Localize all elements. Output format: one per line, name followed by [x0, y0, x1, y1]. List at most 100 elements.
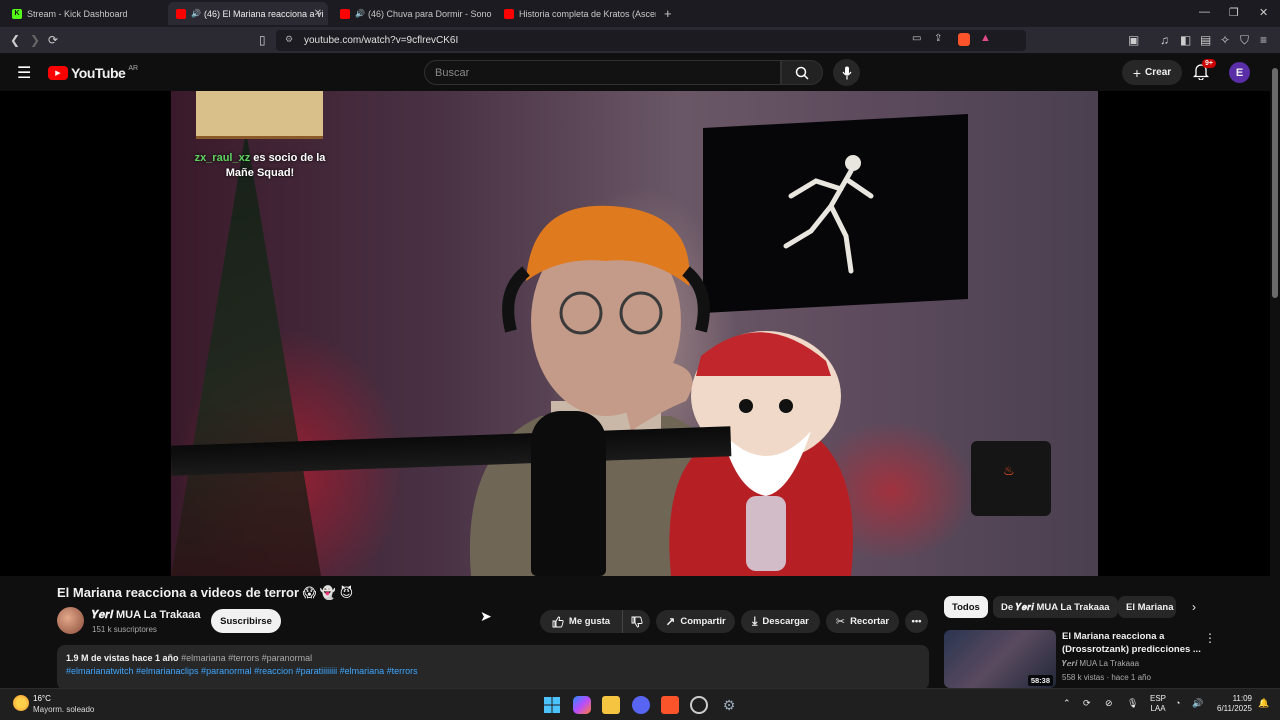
microphone-icon	[842, 66, 851, 79]
tab-chuva[interactable]: 🔊 (46) Chuva para Dormir - Sono G	[332, 2, 492, 25]
sync-icon[interactable]: ⟳	[1083, 698, 1091, 709]
share-page-icon[interactable]: ⇪	[934, 33, 942, 44]
video-title: El Mariana reacciona a videos de terror …	[57, 585, 354, 600]
christmas-tree	[171, 131, 321, 576]
cast-icon[interactable]: ▭	[912, 33, 921, 44]
subscriber-alert: zx_raul_xz es socio de la Mañe Squad!	[180, 151, 340, 181]
scrollbar-thumb[interactable]	[1272, 68, 1278, 298]
notification-badge: 9+	[1202, 59, 1216, 68]
space-heater: ♨	[971, 441, 1051, 516]
wallet-icon[interactable]: ▤	[1200, 33, 1211, 47]
account-avatar[interactable]: E	[1229, 62, 1250, 83]
brave-browser-icon[interactable]	[661, 696, 679, 714]
hamburger-menu-icon[interactable]: ☰	[17, 63, 31, 83]
youtube-play-icon: ▶	[48, 66, 68, 80]
like-label: Me gusta	[568, 616, 611, 627]
sidebar-toggle-icon[interactable]: ▣	[1128, 33, 1139, 47]
windows-taskbar: 16°C Mayorm. soleado ⚙ ⌃ ⟳ ⊘ 🎙 ESP LAA ◔…	[0, 688, 1280, 720]
tab-kick-dashboard[interactable]: K Stream - Kick Dashboard	[4, 2, 164, 25]
browser-tab-strip: K Stream - Kick Dashboard 🔊 (46) El Mari…	[0, 0, 1280, 27]
create-button[interactable]: + Crear	[1122, 60, 1182, 85]
dislike-button[interactable]	[622, 610, 650, 633]
back-icon[interactable]: ❮	[10, 33, 20, 47]
windows-logo-icon	[544, 697, 560, 713]
tab-el-mariana[interactable]: 🔊 (46) El Mariana reacciona a vi ✕	[168, 2, 328, 25]
hashtags[interactable]: #elmarianatwitch #elmarianaclips #parano…	[66, 665, 920, 678]
brave-rewards-icon[interactable]: ▲	[980, 32, 991, 44]
address-bar[interactable]: ⚙ youtube.com/watch?v=9cflrevCK6I ▭ ⇪ ▲	[276, 30, 1026, 51]
subscribe-button[interactable]: Suscribirse	[211, 609, 281, 633]
media-icon[interactable]: ♫	[1160, 33, 1169, 47]
share-button[interactable]: ↗ Compartir	[656, 610, 735, 633]
notifications-button[interactable]: 9+	[1192, 59, 1216, 85]
youtube-favicon-icon	[176, 8, 186, 19]
tab-kratos[interactable]: Historia completa de Kratos (Ascensi	[496, 2, 656, 25]
network-off-icon[interactable]: ⊘	[1105, 698, 1113, 709]
reload-icon[interactable]: ⟳	[48, 33, 58, 47]
weather-description[interactable]: Mayorm. soleado	[33, 705, 94, 714]
like-button[interactable]: Me gusta	[540, 610, 622, 633]
channel-name[interactable]: 𝒀𝒆𝒓𝒊 MUA La Trakaaa	[92, 609, 201, 622]
copilot-icon[interactable]	[573, 696, 591, 714]
wifi-icon[interactable]: ◔	[1175, 698, 1180, 708]
clock-date: 6/11/2025	[1217, 704, 1252, 713]
maximize-icon[interactable]: ❐	[1229, 6, 1239, 19]
more-vertical-icon[interactable]: ⋮	[1204, 631, 1216, 645]
sun-icon[interactable]	[13, 695, 29, 711]
youtube-logo[interactable]: ▶ YouTube AR	[48, 65, 138, 81]
recommended-title[interactable]: El Mariana reacciona a (Drossrotzank) pr…	[1062, 630, 1202, 656]
voice-search-button[interactable]	[833, 59, 860, 86]
search-button[interactable]	[781, 60, 823, 85]
minimize-icon[interactable]: —	[1199, 6, 1210, 18]
start-button[interactable]	[543, 696, 561, 714]
clip-button[interactable]: ✂ Recortar	[826, 610, 899, 633]
video-player[interactable]: ♨ zx_raul_xz es socio de la Mañe Squad!	[0, 91, 1270, 576]
chip-channel[interactable]: De 𝒀𝒆𝒓𝒊 MUA La Trakaaa	[993, 596, 1118, 618]
youtube-favicon-icon	[340, 8, 350, 19]
chip-todos[interactable]: Todos	[944, 596, 988, 618]
hashtags-top[interactable]: #elmariana #terrors #paranormal	[181, 653, 312, 663]
file-explorer-icon[interactable]	[602, 696, 620, 714]
recommended-channel[interactable]: 𝒀𝒆𝒓𝒊 MUA La Trakaaa	[1062, 659, 1139, 669]
weather-temperature[interactable]: 16°C	[33, 694, 51, 703]
tab-title: (46) El Mariana reacciona a vi	[203, 8, 324, 19]
bookmark-icon[interactable]: ▯	[259, 33, 266, 47]
tray-mic-icon[interactable]: 🎙	[1127, 698, 1138, 709]
discord-icon[interactable]	[632, 696, 650, 714]
chevron-right-icon[interactable]: ›	[1192, 600, 1196, 614]
menu-icon[interactable]: ≡	[1260, 33, 1267, 47]
leo-ai-icon[interactable]: ✧	[1220, 33, 1230, 47]
clock[interactable]: 11:09 6/11/2025	[1212, 694, 1252, 714]
site-info-icon[interactable]: ⚙	[285, 34, 293, 45]
page-scrollbar[interactable]	[1270, 54, 1280, 688]
chip-el-mariana[interactable]: El Mariana	[1118, 596, 1176, 618]
channel-avatar[interactable]	[57, 607, 84, 634]
recommended-thumbnail[interactable]: 58:38	[944, 630, 1056, 688]
plus-icon: +	[1132, 64, 1142, 81]
alert-image	[196, 91, 323, 139]
obs-icon[interactable]	[690, 696, 708, 714]
description-box[interactable]: 1.9 M de vistas hace 1 año #elmariana #t…	[57, 645, 929, 690]
search-placeholder: Buscar	[435, 66, 470, 79]
more-actions-button[interactable]: •••	[905, 610, 928, 633]
forward-icon[interactable]: ❯	[30, 33, 40, 47]
language-code: ESP	[1150, 694, 1167, 703]
settings-gear-icon[interactable]: ⚙	[720, 696, 738, 714]
close-tab-icon[interactable]: ✕	[314, 8, 322, 19]
reader-icon[interactable]: ◧	[1180, 33, 1191, 47]
skeleton-figure	[783, 155, 874, 274]
logo-text: YouTube	[71, 65, 126, 81]
notification-bell-icon[interactable]: 🔔	[1258, 698, 1269, 709]
volume-icon[interactable]: 🔊	[1192, 698, 1203, 709]
tray-chevron-up-icon[interactable]: ⌃	[1063, 698, 1071, 709]
language-indicator[interactable]: ESP LAA	[1150, 694, 1166, 714]
close-window-icon[interactable]: ✕	[1259, 6, 1268, 19]
vpn-icon[interactable]: ⛉	[1240, 33, 1249, 48]
new-tab-button[interactable]: +	[660, 2, 680, 25]
search-input[interactable]: Buscar	[424, 60, 781, 85]
download-button[interactable]: ⤓ Descargar	[741, 610, 820, 633]
search-icon	[795, 66, 809, 80]
brave-shield-icon[interactable]	[958, 33, 970, 46]
share-icon: ↗	[665, 614, 676, 629]
kick-icon: K	[12, 8, 22, 19]
